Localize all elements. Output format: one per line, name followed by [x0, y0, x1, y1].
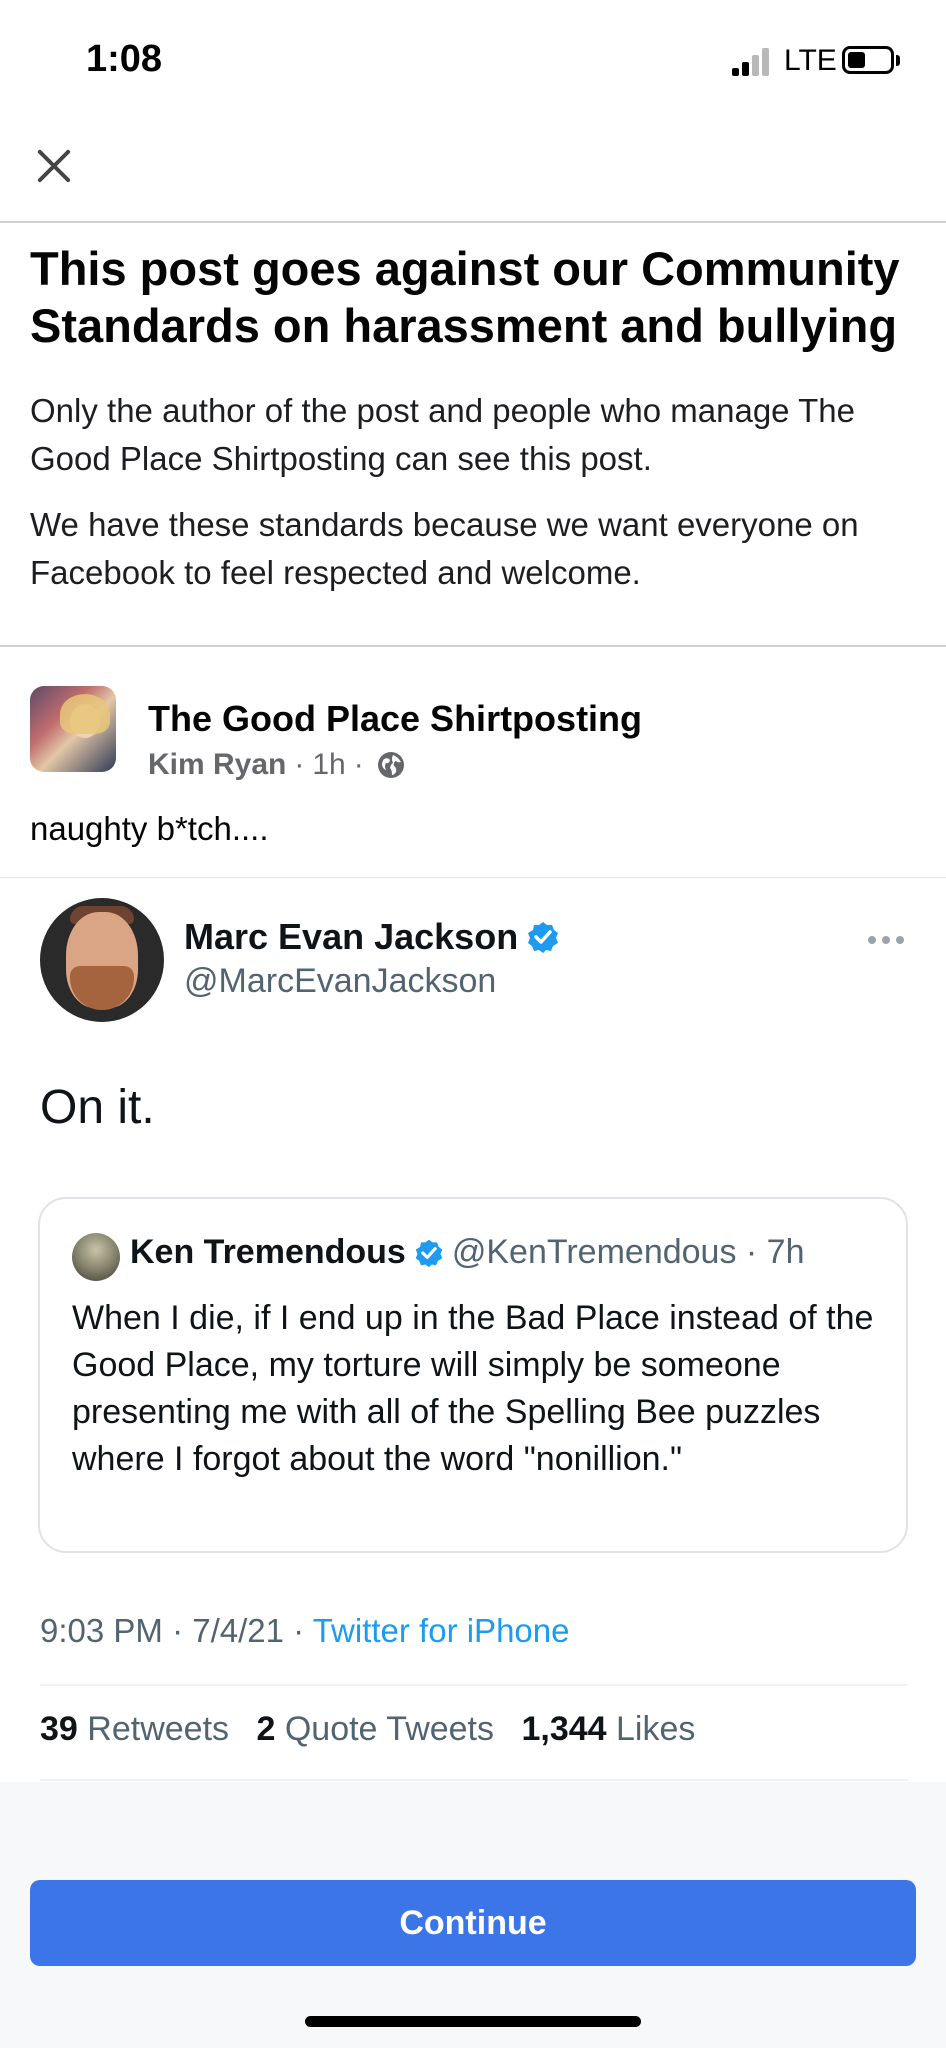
tweet-text: On it.	[40, 1081, 155, 1134]
tweet-source: Twitter for iPhone	[312, 1612, 570, 1649]
divider	[0, 877, 946, 878]
post-meta: Kim Ryan · 1h ·	[148, 748, 406, 782]
retweets-label: Retweets	[87, 1710, 230, 1748]
notice-title: This post goes against our Community Sta…	[30, 242, 900, 352]
likes-label: Likes	[616, 1710, 696, 1748]
verified-badge-icon	[415, 1239, 443, 1267]
tweet-divider	[40, 1779, 908, 1781]
divider	[0, 645, 946, 647]
battery-icon	[842, 46, 894, 74]
quoted-author-handle: @KenTremendous · 7h	[451, 1233, 805, 1271]
quoted-tweet-text: When I die, if I end up in the Bad Place…	[72, 1299, 874, 1478]
meta-separator: ·	[294, 748, 305, 781]
tweet-author-name-text: Marc Evan Jackson	[184, 916, 519, 957]
globe-icon	[377, 752, 404, 778]
post-text: naughty b*tch....	[30, 810, 269, 847]
quoted-author-name: Ken Tremendous	[130, 1233, 406, 1271]
verified-badge-icon	[528, 922, 559, 953]
tweet-divider	[40, 1684, 908, 1686]
network-label: LTE	[784, 44, 837, 77]
post-author[interactable]: Kim Ryan	[148, 748, 286, 782]
tweet-author-handle: @MarcEvanJackson	[184, 962, 497, 1000]
notice-paragraph: Only the author of the post and people w…	[30, 392, 855, 477]
close-icon[interactable]	[30, 142, 78, 190]
more-options-icon	[868, 936, 904, 946]
tweet-timestamp: 9:03 PM · 7/4/21 · Twitter for iPhone	[40, 1612, 569, 1650]
status-time: 1:08	[86, 38, 163, 80]
quoted-tweet-header: Ken Tremendous @KenTremendous · 7h	[130, 1233, 805, 1272]
meta-separator: ·	[353, 748, 364, 781]
notice-paragraph: We have these standards because we want …	[30, 506, 859, 591]
quote-tweets-label: Quote Tweets	[284, 1710, 495, 1748]
continue-button[interactable]: Continue	[30, 1880, 916, 1966]
group-name[interactable]: The Good Place Shirtposting	[148, 698, 642, 740]
group-avatar[interactable]	[30, 686, 116, 772]
quoted-author-avatar	[72, 1233, 120, 1281]
tweet-timestamp-text: 9:03 PM · 7/4/21 ·	[40, 1612, 313, 1649]
tweet-author-name: Marc Evan Jackson	[184, 916, 560, 958]
likes-count: 1,344	[521, 1710, 607, 1748]
tweet-stats: 39 Retweets 2 Quote Tweets 1,344 Likes	[40, 1710, 695, 1749]
tweet-author-avatar	[40, 898, 164, 1022]
tweet-screenshot[interactable]: Marc Evan Jackson @MarcEvanJackson On it…	[0, 880, 946, 1781]
status-bar: 1:08 LTE	[0, 0, 946, 120]
signal-icon	[732, 48, 774, 76]
retweets-count: 39	[40, 1710, 78, 1748]
battery-cap	[896, 55, 900, 66]
post-time[interactable]: 1h	[312, 748, 345, 782]
quoted-tweet: Ken Tremendous @KenTremendous · 7h When …	[38, 1197, 908, 1553]
quote-tweets-count: 2	[256, 1710, 276, 1748]
home-indicator[interactable]	[305, 2016, 641, 2027]
divider	[0, 221, 946, 223]
